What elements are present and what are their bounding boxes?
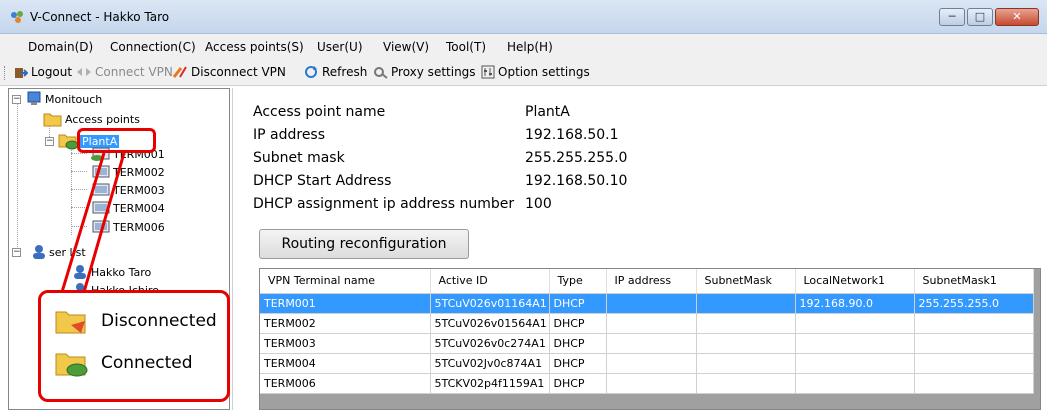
disconnected-folder-icon — [55, 311, 86, 334]
legend-connected-label: Connected — [101, 353, 193, 373]
legend-disconnected: Disconnected — [55, 307, 217, 335]
legend-disconnected-label: Disconnected — [101, 311, 217, 331]
status-legend: Disconnected Connected — [38, 290, 230, 402]
legend-connected: Connected — [55, 349, 193, 377]
connected-folder-icon — [55, 353, 88, 377]
